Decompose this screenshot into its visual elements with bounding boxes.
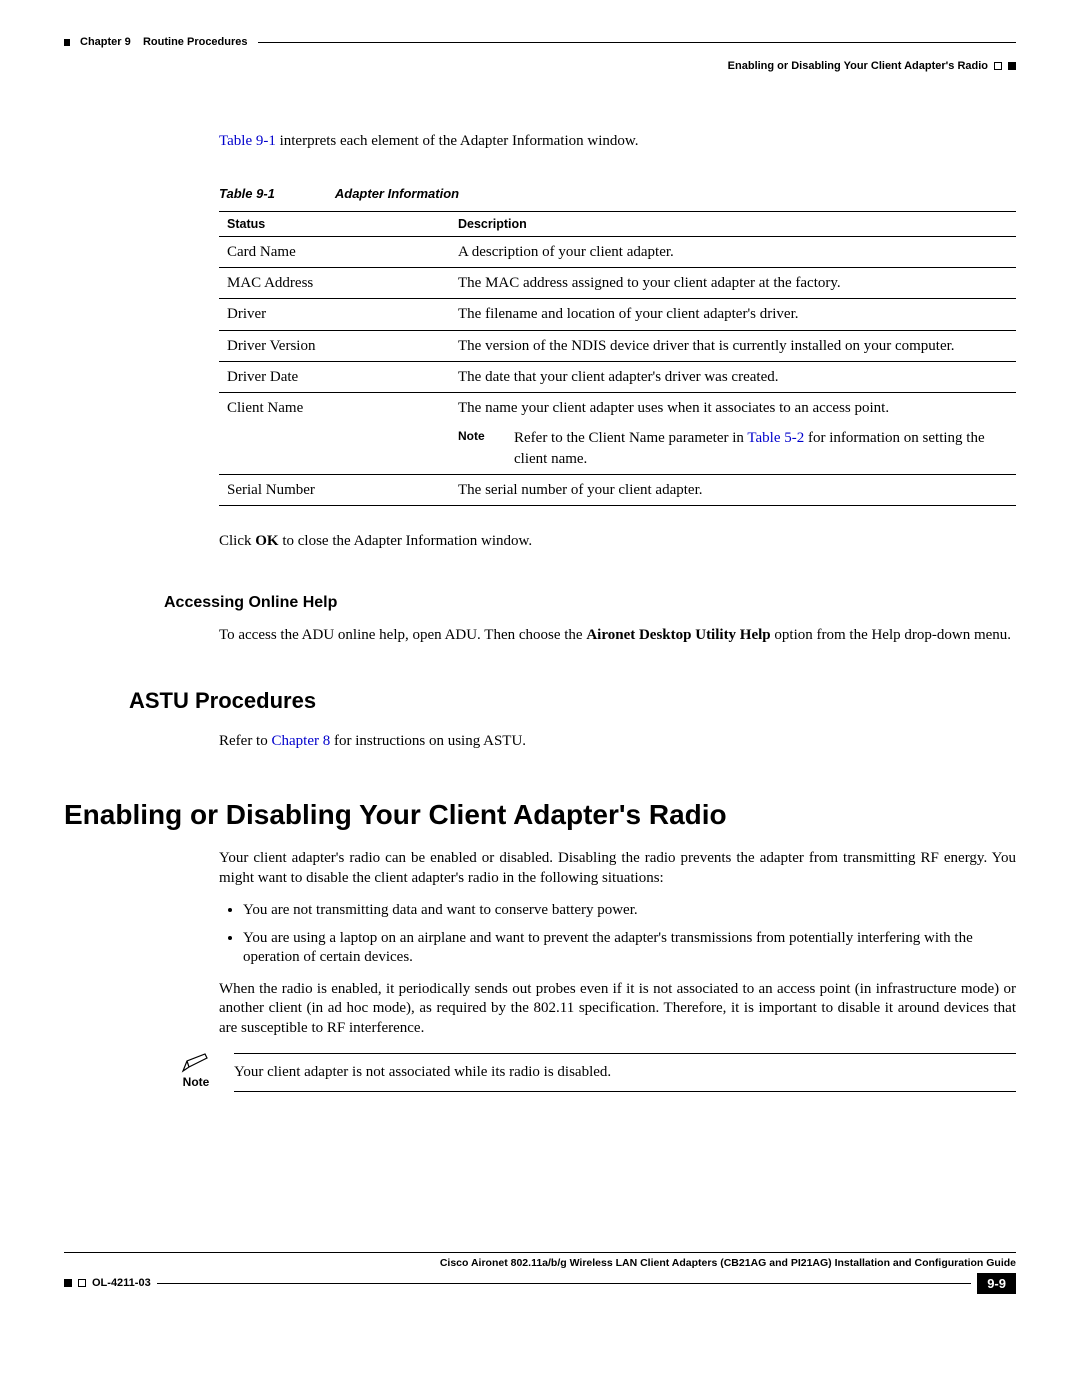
note-rule-bottom	[234, 1091, 1016, 1092]
cell-description: The serial number of your client adapter…	[450, 474, 1016, 505]
footer-guide-title: Cisco Aironet 802.11a/b/g Wireless LAN C…	[64, 1257, 1016, 1269]
online-help-paragraph: To access the ADU online help, open ADU.…	[219, 626, 1016, 646]
header-rule-segment	[64, 39, 70, 46]
close-bold: OK	[255, 533, 278, 549]
cell-description: A description of your client adapter.	[450, 236, 1016, 267]
adapter-info-table: Status Description Card Name A descripti…	[219, 211, 1016, 506]
cell-description: The name your client adapter uses when i…	[450, 393, 1016, 475]
footer-doc-number: OL-4211-03	[92, 1277, 151, 1289]
cell-description: The MAC address assigned to your client …	[450, 268, 1016, 299]
page-number-badge: 9-9	[977, 1273, 1016, 1294]
note-block: Note Your client adapter is not associat…	[174, 1053, 1016, 1092]
footer-line	[157, 1283, 972, 1284]
radio-p1: Your client adapter's radio can be enabl…	[219, 849, 1016, 889]
footer-rule	[64, 1252, 1016, 1253]
heading-astu: ASTU Procedures	[129, 688, 1016, 714]
chapter-number: Chapter 9	[80, 36, 131, 48]
radio-bullets: You are not transmitting data and want t…	[219, 901, 1016, 968]
list-item: You are not transmitting data and want t…	[243, 901, 1016, 921]
table-row: Driver The filename and location of your…	[219, 299, 1016, 330]
cell-desc-text: The name your client adapter uses when i…	[458, 400, 889, 416]
table-row: Driver Date The date that your client ad…	[219, 361, 1016, 392]
close-window-line: Click OK to close the Adapter Informatio…	[219, 532, 1016, 552]
cell-status: Serial Number	[219, 474, 450, 505]
inline-note: Note Refer to the Client Name parameter …	[458, 428, 1008, 469]
footer-left: OL-4211-03	[64, 1273, 151, 1294]
table-caption-label: Table 9-1	[219, 186, 275, 201]
cell-description: The version of the NDIS device driver th…	[450, 330, 1016, 361]
table-row: Driver Version The version of the NDIS d…	[219, 330, 1016, 361]
cell-status: Card Name	[219, 236, 450, 267]
header-marker-filled-square	[1008, 62, 1016, 70]
pencil-icon	[181, 1053, 211, 1073]
note-icon-column: Note	[174, 1053, 218, 1092]
header-right-row: Enabling or Disabling Your Client Adapte…	[64, 60, 1016, 72]
close-post: to close the Adapter Information window.	[279, 533, 533, 549]
chapter-title: Routine Procedures	[143, 36, 248, 48]
cell-status: Driver Version	[219, 330, 450, 361]
header-rule-long	[258, 42, 1016, 43]
oh-pre: To access the ADU online help, open ADU.…	[219, 627, 586, 643]
table-row: Card Name A description of your client a…	[219, 236, 1016, 267]
footer-marker-open-square	[78, 1279, 86, 1287]
astu-paragraph: Refer to Chapter 8 for instructions on u…	[219, 732, 1016, 752]
th-status: Status	[219, 211, 450, 236]
cell-status: Client Name	[219, 393, 450, 475]
heading-radio: Enabling or Disabling Your Client Adapte…	[64, 799, 1016, 831]
note-body: Refer to the Client Name parameter in Ta…	[514, 428, 1008, 469]
cell-description: The date that your client adapter's driv…	[450, 361, 1016, 392]
astu-link[interactable]: Chapter 8	[271, 733, 330, 749]
table-caption-title: Adapter Information	[335, 186, 459, 201]
intro-paragraph: Table 9-1 interprets each element of the…	[219, 132, 1016, 152]
list-item: You are using a laptop on an airplane an…	[243, 929, 1016, 968]
table-caption: Table 9-1 Adapter Information	[219, 186, 1016, 201]
th-description: Description	[450, 211, 1016, 236]
note-pre: Refer to the Client Name parameter in	[514, 430, 747, 446]
note-body-column: Your client adapter is not associated wh…	[234, 1053, 1016, 1092]
astu-pre: Refer to	[219, 733, 271, 749]
cell-description: The filename and location of your client…	[450, 299, 1016, 330]
note-link[interactable]: Table 5-2	[747, 430, 804, 446]
note-text: Your client adapter is not associated wh…	[234, 1064, 1016, 1081]
oh-post: option from the Help drop-down menu.	[771, 627, 1011, 643]
table-row: Serial Number The serial number of your …	[219, 474, 1016, 505]
header-marker-open-square	[994, 62, 1002, 70]
cell-status: Driver	[219, 299, 450, 330]
footer-marker-filled-square	[64, 1279, 72, 1287]
section-title-right: Enabling or Disabling Your Client Adapte…	[64, 60, 988, 72]
chapter-label: Chapter 9 Routine Procedures	[76, 36, 252, 48]
page-footer: Cisco Aironet 802.11a/b/g Wireless LAN C…	[64, 1252, 1016, 1294]
cell-status: MAC Address	[219, 268, 450, 299]
close-pre: Click	[219, 533, 255, 549]
table-ref-link[interactable]: Table 9-1	[219, 133, 276, 149]
radio-p2: When the radio is enabled, it periodical…	[219, 980, 1016, 1039]
cell-status: Driver Date	[219, 361, 450, 392]
header-bar: Chapter 9 Routine Procedures	[64, 36, 1016, 48]
note-block-label: Note	[174, 1075, 218, 1089]
oh-bold: Aironet Desktop Utility Help	[586, 627, 770, 643]
table-row: MAC Address The MAC address assigned to …	[219, 268, 1016, 299]
astu-post: for instructions on using ASTU.	[330, 733, 526, 749]
note-rule-top	[234, 1053, 1016, 1054]
note-label: Note	[458, 428, 514, 469]
intro-rest: interprets each element of the Adapter I…	[276, 133, 639, 149]
table-row: Client Name The name your client adapter…	[219, 393, 1016, 475]
heading-online-help: Accessing Online Help	[164, 594, 1016, 612]
